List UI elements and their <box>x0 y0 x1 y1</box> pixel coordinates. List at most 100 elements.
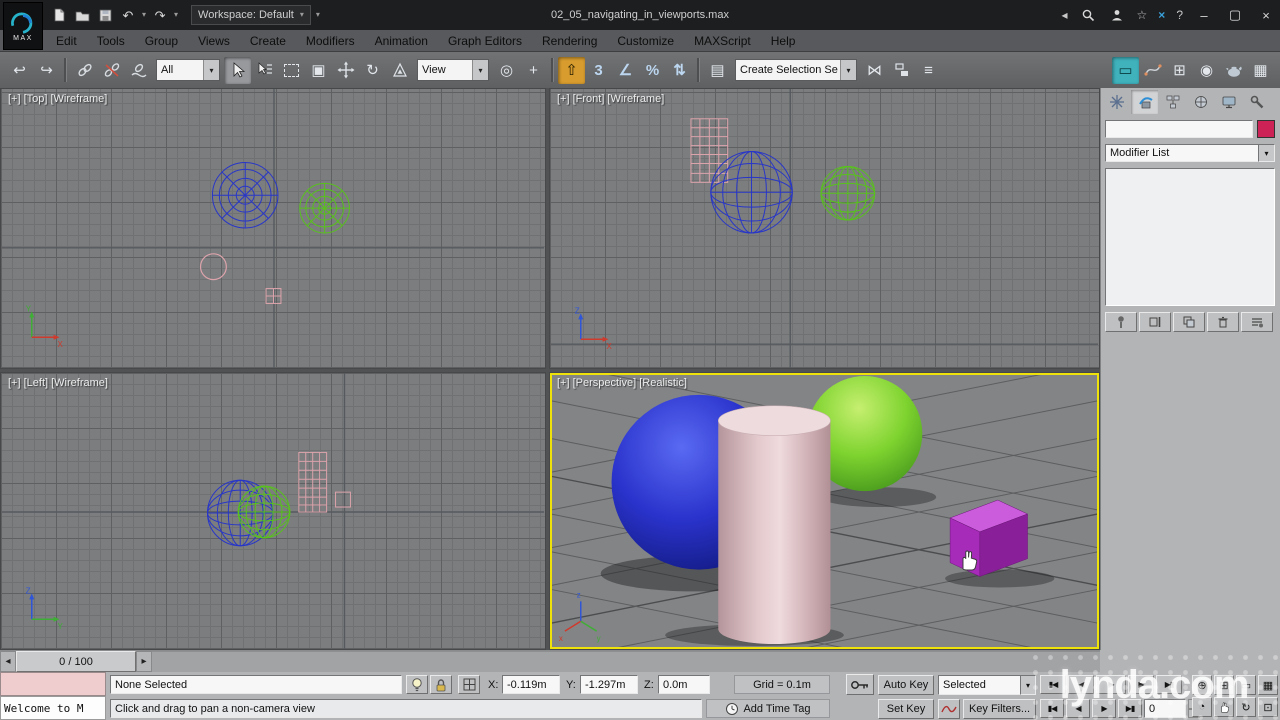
sphere-blue-wire-front[interactable] <box>710 151 793 234</box>
zoom-icon[interactable]: ⊕ <box>1192 675 1212 695</box>
time-slider-left-icon[interactable]: ◂ <box>0 651 16 672</box>
isolate-selection-icon[interactable] <box>406 675 428 694</box>
reference-coordinate-dropdown[interactable]: View ▾ <box>417 59 489 81</box>
box-wire-top[interactable] <box>265 288 282 304</box>
step-end-button[interactable]: ▶▮ <box>1118 699 1142 718</box>
x-coordinate-field[interactable]: -0.119m <box>502 675 560 694</box>
play-button[interactable]: ▶ <box>1096 675 1126 694</box>
viewport-top[interactable]: [+] [Top] [Wireframe] Y X <box>0 88 546 369</box>
redo-icon[interactable]: ↷ <box>151 6 169 24</box>
step-back-button[interactable]: ◀ <box>1066 699 1090 718</box>
y-coordinate-field[interactable]: -1.297m <box>580 675 638 694</box>
menu-graph-editors[interactable]: Graph Editors <box>438 32 532 50</box>
box-wire-left[interactable] <box>335 491 351 508</box>
menu-maxscript[interactable]: MAXScript <box>684 32 761 50</box>
save-icon[interactable] <box>96 6 114 24</box>
open-file-icon[interactable] <box>73 6 91 24</box>
menu-help[interactable]: Help <box>761 32 806 50</box>
box-purple-shaded[interactable] <box>949 499 1029 577</box>
auto-key-button[interactable]: Auto Key <box>878 675 934 695</box>
snaps-toggle-3d-icon[interactable]: 3 <box>585 57 612 84</box>
pin-stack-icon[interactable] <box>1105 312 1137 332</box>
edit-named-selection-sets-icon[interactable]: ▤ <box>704 57 731 84</box>
maxscript-mini-listener-white[interactable]: Welcome to M <box>0 696 106 720</box>
absolute-mode-transform-icon[interactable] <box>458 675 480 694</box>
favorites-star-icon[interactable]: ☆ <box>1137 8 1148 22</box>
application-menu-button[interactable]: MAX <box>3 2 43 50</box>
set-key-button[interactable]: Set Key <box>878 699 934 719</box>
rendered-frame-window-icon[interactable]: ▦ <box>1247 57 1274 84</box>
render-setup-teapot-icon[interactable] <box>1220 57 1247 84</box>
menu-customize[interactable]: Customize <box>607 32 684 50</box>
keying-selection-dropdown[interactable]: Selected ▾ <box>938 675 1036 695</box>
tab-hierarchy-icon[interactable] <box>1159 90 1186 114</box>
viewport-perspective[interactable]: [+] [Perspective] [Realistic] z x y <box>549 372 1100 650</box>
field-of-view-icon[interactable]: ◔ <box>1192 697 1212 717</box>
viewport-left-label[interactable]: [+] [Left] [Wireframe] <box>8 377 108 389</box>
tab-motion-icon[interactable] <box>1187 90 1214 114</box>
align-icon[interactable] <box>888 57 915 84</box>
community-icon[interactable] <box>1108 6 1126 24</box>
bind-to-spacewarp-icon[interactable] <box>125 57 152 84</box>
workspace-dropdown[interactable]: Workspace: Default ▾ <box>191 5 311 25</box>
sphere-green-wire-front[interactable] <box>820 165 876 221</box>
configure-modifier-sets-icon[interactable] <box>1241 312 1273 332</box>
track-bar-ruler[interactable] <box>152 651 1100 672</box>
search-icon[interactable] <box>1079 6 1097 24</box>
key-tangent-curve-icon[interactable] <box>938 699 960 719</box>
menu-edit[interactable]: Edit <box>46 32 87 50</box>
time-slider-right-icon[interactable]: ▸ <box>136 651 152 672</box>
cylinder-wire-top[interactable] <box>199 253 227 281</box>
current-frame-field[interactable]: 0 <box>1144 699 1186 718</box>
menu-views[interactable]: Views <box>188 32 240 50</box>
exchange-apps-icon[interactable]: × <box>1158 8 1165 22</box>
menu-animation[interactable]: Animation <box>365 32 438 50</box>
viewport-perspective-label[interactable]: [+] [Perspective] [Realistic] <box>557 377 687 389</box>
window-crossing-toggle-icon[interactable]: ▣ <box>305 57 332 84</box>
use-pivot-center-icon[interactable]: ◎ <box>493 57 520 84</box>
menu-rendering[interactable]: Rendering <box>532 32 607 50</box>
toolbar-options-icon[interactable]: ▾ <box>316 11 320 19</box>
previous-frame-button[interactable]: ◀ <box>1068 675 1094 694</box>
undo-dropdown-icon[interactable]: ▾ <box>142 11 146 19</box>
select-and-move-icon[interactable] <box>332 57 359 84</box>
maximize-viewport-toggle-icon[interactable]: ⊡ <box>1258 697 1278 717</box>
viewport-front[interactable]: [+] [Front] [Wireframe] Z X <box>549 88 1100 369</box>
percent-snap-icon[interactable]: % <box>639 57 666 84</box>
object-name-field[interactable] <box>1105 120 1253 138</box>
sphere-green-wire-left[interactable] <box>237 485 291 539</box>
cylinder-shaded[interactable] <box>717 405 831 645</box>
make-unique-icon[interactable] <box>1173 312 1205 332</box>
time-slider[interactable]: 0 / 100 <box>16 651 136 672</box>
selection-filter-dropdown[interactable]: All ▾ <box>156 59 220 81</box>
viewport-left[interactable]: [+] [Left] [Wireframe] Z Y <box>0 372 546 650</box>
undo-icon[interactable]: ↶ <box>119 6 137 24</box>
sphere-blue-wire-left[interactable] <box>206 479 274 547</box>
tab-display-icon[interactable] <box>1215 90 1242 114</box>
new-file-icon[interactable] <box>50 6 68 24</box>
tab-create-icon[interactable] <box>1103 90 1130 114</box>
select-by-name-icon[interactable] <box>251 57 278 84</box>
menu-tools[interactable]: Tools <box>87 32 135 50</box>
ribbon-toggle-icon[interactable]: ▭ <box>1112 56 1139 84</box>
tab-modify-icon[interactable] <box>1131 90 1158 114</box>
tab-utilities-icon[interactable] <box>1243 90 1270 114</box>
help-icon[interactable]: ? <box>1176 8 1183 22</box>
select-object-icon[interactable] <box>224 56 251 84</box>
selection-lock-icon[interactable] <box>430 675 452 694</box>
step-start-button[interactable]: ▮◀ <box>1040 699 1064 718</box>
redo-dropdown-icon[interactable]: ▾ <box>174 11 178 19</box>
cylinder-wire-left[interactable] <box>298 451 328 513</box>
remove-modifier-icon[interactable] <box>1207 312 1239 332</box>
mirror-icon[interactable]: ⋈ <box>861 57 888 84</box>
sphere-green-wire-top[interactable] <box>299 182 350 234</box>
go-to-start-button[interactable]: ▮◀ <box>1040 675 1066 694</box>
toolbar-undo-icon[interactable]: ↩ <box>6 57 33 84</box>
show-end-result-icon[interactable] <box>1139 312 1171 332</box>
key-filters-button[interactable]: Key Filters... <box>963 699 1036 719</box>
modifier-stack[interactable] <box>1105 168 1275 306</box>
z-coordinate-field[interactable]: 0.0m <box>658 675 710 694</box>
schematic-view-icon[interactable]: ⊞ <box>1166 57 1193 84</box>
maximize-button[interactable]: ▢ <box>1225 7 1245 23</box>
menu-group[interactable]: Group <box>135 32 188 50</box>
